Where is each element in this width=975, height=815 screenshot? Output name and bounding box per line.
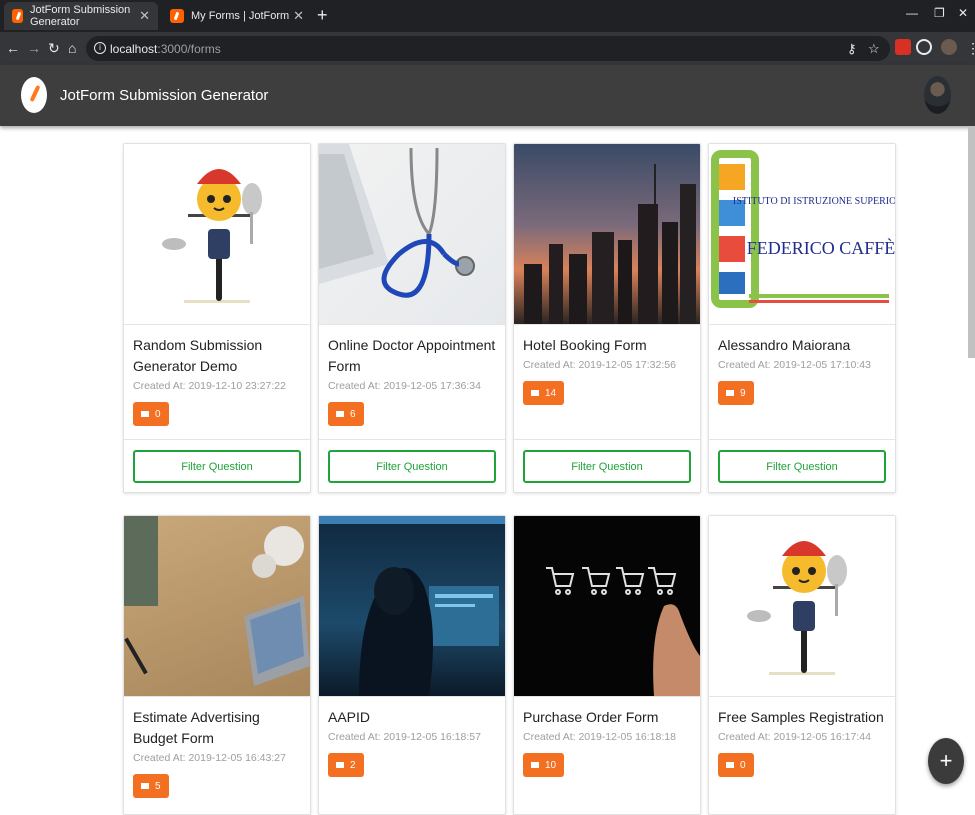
created-date: Created At: 2019-12-05 16:18:57	[328, 731, 481, 743]
form-image	[319, 516, 505, 696]
divider	[709, 439, 895, 440]
app-title: JotForm Submission Generator	[60, 87, 269, 104]
form-title[interactable]: AAPID	[328, 707, 498, 728]
form-image	[709, 516, 895, 696]
avatar[interactable]	[924, 76, 951, 114]
add-form-button[interactable]: +	[928, 738, 964, 784]
form-title[interactable]: Online Doctor Appointment Form	[328, 335, 498, 377]
form-card[interactable]: Online Doctor Appointment Form Created A…	[318, 143, 506, 493]
key-icon[interactable]: ⚷	[847, 41, 857, 57]
divider	[709, 696, 895, 697]
minimize-icon[interactable]: —	[906, 6, 918, 20]
menu-dots-icon[interactable]: ⋮	[966, 40, 975, 56]
profile-icon[interactable]	[941, 39, 957, 55]
submission-count-badge[interactable]: 2	[328, 753, 364, 777]
form-card[interactable]: Purchase Order Form Created At: 2019-12-…	[513, 515, 701, 815]
home-icon[interactable]: ⌂	[68, 40, 76, 56]
info-icon[interactable]: i	[94, 42, 106, 54]
envelope-icon	[531, 762, 539, 768]
browser-tabstrip: JotForm Submission Generator ✕ My Forms …	[0, 0, 975, 32]
envelope-icon	[336, 411, 344, 417]
app-logo[interactable]	[21, 77, 47, 113]
filter-question-button[interactable]: Filter Question	[523, 450, 691, 483]
form-title[interactable]: Estimate Advertising Budget Form	[133, 707, 303, 749]
form-card[interactable]: Hotel Booking Form Created At: 2019-12-0…	[513, 143, 701, 493]
form-title[interactable]: Hotel Booking Form	[523, 335, 693, 356]
submission-count-badge[interactable]: 9	[718, 381, 754, 405]
created-date: Created At: 2019-12-05 16:43:27	[133, 752, 286, 764]
form-title[interactable]: Random Submission Generator Demo	[133, 335, 303, 377]
divider	[709, 324, 895, 325]
created-date: Created At: 2019-12-05 17:32:56	[523, 359, 676, 371]
divider	[124, 696, 310, 697]
form-title[interactable]: Purchase Order Form	[523, 707, 693, 728]
form-card[interactable]: Random Submission Generator Demo Created…	[123, 143, 311, 493]
tab-my-forms[interactable]: My Forms | JotForm ✕	[162, 2, 312, 30]
form-image: ISTITUTO DI ISTRUZIONE SUPERIORE FEDERIC…	[709, 144, 895, 324]
school-banner-line1: ISTITUTO DI ISTRUZIONE SUPERIORE	[733, 196, 895, 207]
divider	[319, 324, 505, 325]
envelope-icon	[726, 762, 734, 768]
tab-title: JotForm Submission Generator	[30, 4, 131, 28]
extension-icon[interactable]	[895, 39, 911, 55]
form-image	[514, 144, 700, 324]
divider	[514, 439, 700, 440]
scrollbar[interactable]	[968, 126, 975, 358]
divider	[319, 696, 505, 697]
extension-icon[interactable]	[916, 39, 932, 55]
close-icon[interactable]: ✕	[293, 8, 304, 24]
divider	[514, 696, 700, 697]
created-date: Created At: 2019-12-05 17:36:34	[328, 380, 481, 392]
form-image	[124, 516, 310, 696]
submission-count-badge[interactable]: 0	[718, 753, 754, 777]
app-header: JotForm Submission Generator	[0, 65, 975, 126]
new-tab-icon[interactable]: +	[317, 6, 328, 24]
form-card[interactable]: ISTITUTO DI ISTRUZIONE SUPERIORE FEDERIC…	[708, 143, 896, 493]
submission-count-badge[interactable]: 6	[328, 402, 364, 426]
form-title[interactable]: Alessandro Maiorana	[718, 335, 888, 356]
filter-question-button[interactable]: Filter Question	[328, 450, 496, 483]
address-bar[interactable]: i localhost:3000/forms ⚷ ☆	[86, 36, 890, 61]
reload-icon[interactable]: ↻	[48, 40, 60, 56]
form-image	[124, 144, 310, 324]
divider	[124, 324, 310, 325]
envelope-icon	[336, 762, 344, 768]
form-image	[319, 144, 505, 324]
divider	[514, 324, 700, 325]
created-date: Created At: 2019-12-05 16:18:18	[523, 731, 676, 743]
restore-icon[interactable]: ❐	[934, 6, 945, 20]
bookmark-star-icon[interactable]: ☆	[868, 41, 880, 57]
envelope-icon	[141, 411, 149, 417]
submission-count-badge[interactable]: 5	[133, 774, 169, 798]
filter-question-button[interactable]: Filter Question	[718, 450, 886, 483]
filter-question-button[interactable]: Filter Question	[133, 450, 301, 483]
forward-arrow-icon[interactable]: →	[27, 40, 41, 56]
created-date: Created At: 2019-12-05 16:17:44	[718, 731, 871, 743]
form-card[interactable]: Estimate Advertising Budget Form Created…	[123, 515, 311, 815]
back-arrow-icon[interactable]: ←	[6, 40, 20, 56]
submission-count-badge[interactable]: 0	[133, 402, 169, 426]
form-title[interactable]: Free Samples Registration	[718, 707, 888, 728]
divider	[124, 439, 310, 440]
url-text: localhost:3000/forms	[110, 42, 221, 56]
submission-count-badge[interactable]: 10	[523, 753, 565, 777]
form-image	[514, 516, 700, 696]
form-card[interactable]: AAPID Created At: 2019-12-05 16:18:57 2	[318, 515, 506, 815]
close-icon[interactable]: ✕	[139, 8, 150, 24]
jotform-favicon-icon	[170, 9, 184, 23]
tab-title: My Forms | JotForm	[191, 10, 290, 22]
envelope-icon	[531, 390, 539, 396]
created-date: Created At: 2019-12-10 23:27:22	[133, 380, 286, 392]
envelope-icon	[141, 783, 149, 789]
form-card[interactable]: Free Samples Registration Created At: 20…	[708, 515, 896, 815]
tab-jotform-generator[interactable]: JotForm Submission Generator ✕	[4, 2, 158, 30]
divider	[319, 439, 505, 440]
submission-count-badge[interactable]: 14	[523, 381, 565, 405]
envelope-icon	[726, 390, 734, 396]
jotform-favicon-icon	[12, 9, 23, 23]
close-window-icon[interactable]: ✕	[958, 6, 968, 20]
browser-toolbar: ← → ↻ ⌂ i localhost:3000/forms ⚷ ☆ ⋮	[0, 32, 975, 65]
created-date: Created At: 2019-12-05 17:10:43	[718, 359, 871, 371]
school-banner-line2: FEDERICO CAFFÈ	[747, 237, 895, 258]
